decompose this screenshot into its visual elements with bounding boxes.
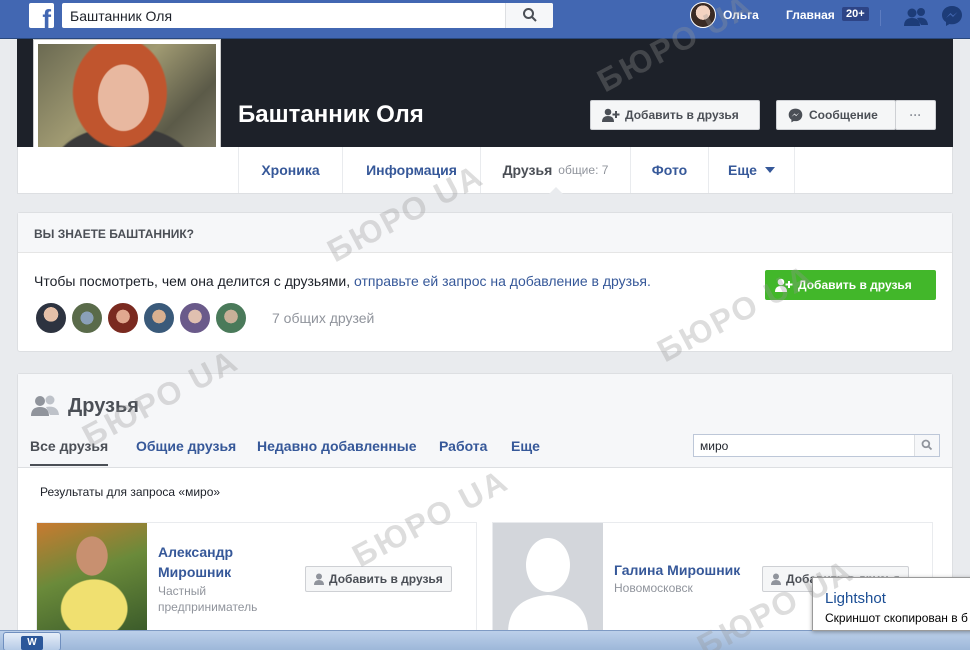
tab-friends-label: Друзья <box>502 162 553 178</box>
profile-tabs: Хроника Информация Друзья общие: 7 Фото … <box>17 147 953 194</box>
add-friend-button[interactable]: Добавить в друзья <box>590 100 760 130</box>
avatar <box>690 2 716 28</box>
search-button[interactable] <box>505 3 553 28</box>
profile-shortcut[interactable]: Ольга <box>690 2 759 28</box>
friend-name-line1: Александр <box>158 544 234 560</box>
add-friend-green-label: Добавить в друзья <box>798 278 912 292</box>
friends-title: Друзья <box>68 395 139 417</box>
global-search <box>62 3 553 28</box>
messenger-icon[interactable] <box>941 5 963 27</box>
user-name: Ольга <box>723 8 759 22</box>
friends-search <box>693 434 940 457</box>
add-friend-label: Добавить в друзья <box>329 572 443 586</box>
tab-more[interactable]: Еще <box>708 147 795 193</box>
know-heading: ВЫ ЗНАЕТЕ БАШТАННИК? <box>18 213 952 253</box>
friends-search-button[interactable] <box>914 435 939 456</box>
search-icon <box>523 8 537 22</box>
know-text-plain: Чтобы посмотреть, чем она делится с друз… <box>34 273 355 289</box>
lightshot-notification[interactable]: Lightshot Скриншот скопирован в б <box>812 577 970 631</box>
friend-occupation-line2: предприниматель <box>158 600 258 614</box>
add-friend-green-button[interactable]: Добавить в друзья <box>765 270 936 300</box>
tab-photos[interactable]: Фото <box>630 147 708 193</box>
friend-photo[interactable] <box>37 523 147 633</box>
active-tab-indicator <box>548 187 563 194</box>
tab-photos-label: Фото <box>651 162 688 178</box>
add-friend-icon <box>602 108 620 122</box>
mutual-friend-avatar[interactable] <box>214 301 248 335</box>
friend-occupation-line1: Частный <box>158 584 207 598</box>
tab-friends-count: общие: 7 <box>558 163 609 177</box>
mutual-friend-avatar[interactable] <box>142 301 176 335</box>
tab-friends[interactable]: Друзья общие: 7 <box>480 147 630 194</box>
search-icon <box>921 439 933 451</box>
send-request-link[interactable]: отправьте ей запрос на добавление в друз… <box>354 273 651 289</box>
friend-location: Новомосковск <box>614 581 693 595</box>
subtab-recently-added[interactable]: Недавно добавленные <box>257 438 417 454</box>
friend-name[interactable]: Александр Мирошник <box>158 542 233 582</box>
know-text: Чтобы посмотреть, чем она делится с друз… <box>34 273 651 289</box>
mutual-friend-avatar[interactable] <box>34 301 68 335</box>
facebook-logo-icon[interactable]: f <box>29 3 54 32</box>
home-badge: 20+ <box>842 7 869 21</box>
do-you-know-box: ВЫ ЗНАЕТЕ БАШТАННИК? Чтобы посмотреть, ч… <box>17 212 953 352</box>
friend-requests-icon[interactable] <box>903 7 929 27</box>
top-navigation-bar: f Ольга Главная 20+ <box>0 0 970 39</box>
friends-icon <box>31 395 59 416</box>
friends-search-input[interactable] <box>694 435 914 456</box>
subtab-work[interactable]: Работа <box>439 438 487 454</box>
friend-occupation: Частный предприниматель <box>158 583 257 615</box>
mutual-friend-avatar[interactable] <box>106 301 140 335</box>
subtab-all-friends[interactable]: Все друзья <box>30 438 109 466</box>
friend-photo-placeholder[interactable] <box>493 523 603 633</box>
divider <box>880 10 881 26</box>
search-input[interactable] <box>62 3 507 28</box>
tab-about-label: Информация <box>366 162 457 178</box>
add-friend-button[interactable]: Добавить в друзья <box>305 566 452 592</box>
subtab-more[interactable]: Еще <box>511 438 540 454</box>
friends-header: Друзья Все друзья Общие друзья Недавно д… <box>18 374 952 468</box>
mutual-friend-avatar[interactable] <box>178 301 212 335</box>
add-friend-icon <box>775 278 793 292</box>
add-friend-icon <box>314 573 324 585</box>
default-avatar-icon <box>508 538 588 633</box>
windows-taskbar: W <box>0 630 970 650</box>
message-button[interactable]: Сообщение <box>776 100 896 130</box>
friend-name-line2: Мирошник <box>158 564 232 580</box>
tab-about[interactable]: Информация <box>342 147 480 193</box>
mutual-friends: 7 общих друзей <box>34 301 374 335</box>
add-friend-icon <box>771 573 781 585</box>
word-icon: W <box>21 636 43 650</box>
toast-message: Скриншот скопирован в б <box>825 611 968 625</box>
mutual-friends-count[interactable]: 7 общих друзей <box>272 310 374 326</box>
tab-timeline[interactable]: Хроника <box>238 147 342 193</box>
home-link[interactable]: Главная <box>786 8 835 22</box>
friend-name[interactable]: Галина Мирошник <box>614 560 740 580</box>
add-friend-label: Добавить в друзья <box>625 108 739 122</box>
mutual-friend-avatar[interactable] <box>70 301 104 335</box>
more-options-button[interactable]: ··· <box>895 100 936 130</box>
toast-title: Lightshot <box>825 590 886 607</box>
chevron-down-icon <box>764 167 775 173</box>
friend-card: Александр Мирошник Частный предпринимате… <box>36 522 477 642</box>
search-results-label: Результаты для запроса «миро» <box>40 485 221 499</box>
subtab-mutual-friends[interactable]: Общие друзья <box>136 438 236 454</box>
messenger-icon <box>788 108 803 122</box>
tab-more-label: Еще <box>728 162 757 178</box>
more-label: ··· <box>909 108 922 122</box>
profile-name: Баштанник Оля <box>238 101 424 128</box>
tab-timeline-label: Хроника <box>261 162 320 178</box>
taskbar-word-button[interactable]: W <box>3 632 61 650</box>
message-label: Сообщение <box>809 108 878 122</box>
